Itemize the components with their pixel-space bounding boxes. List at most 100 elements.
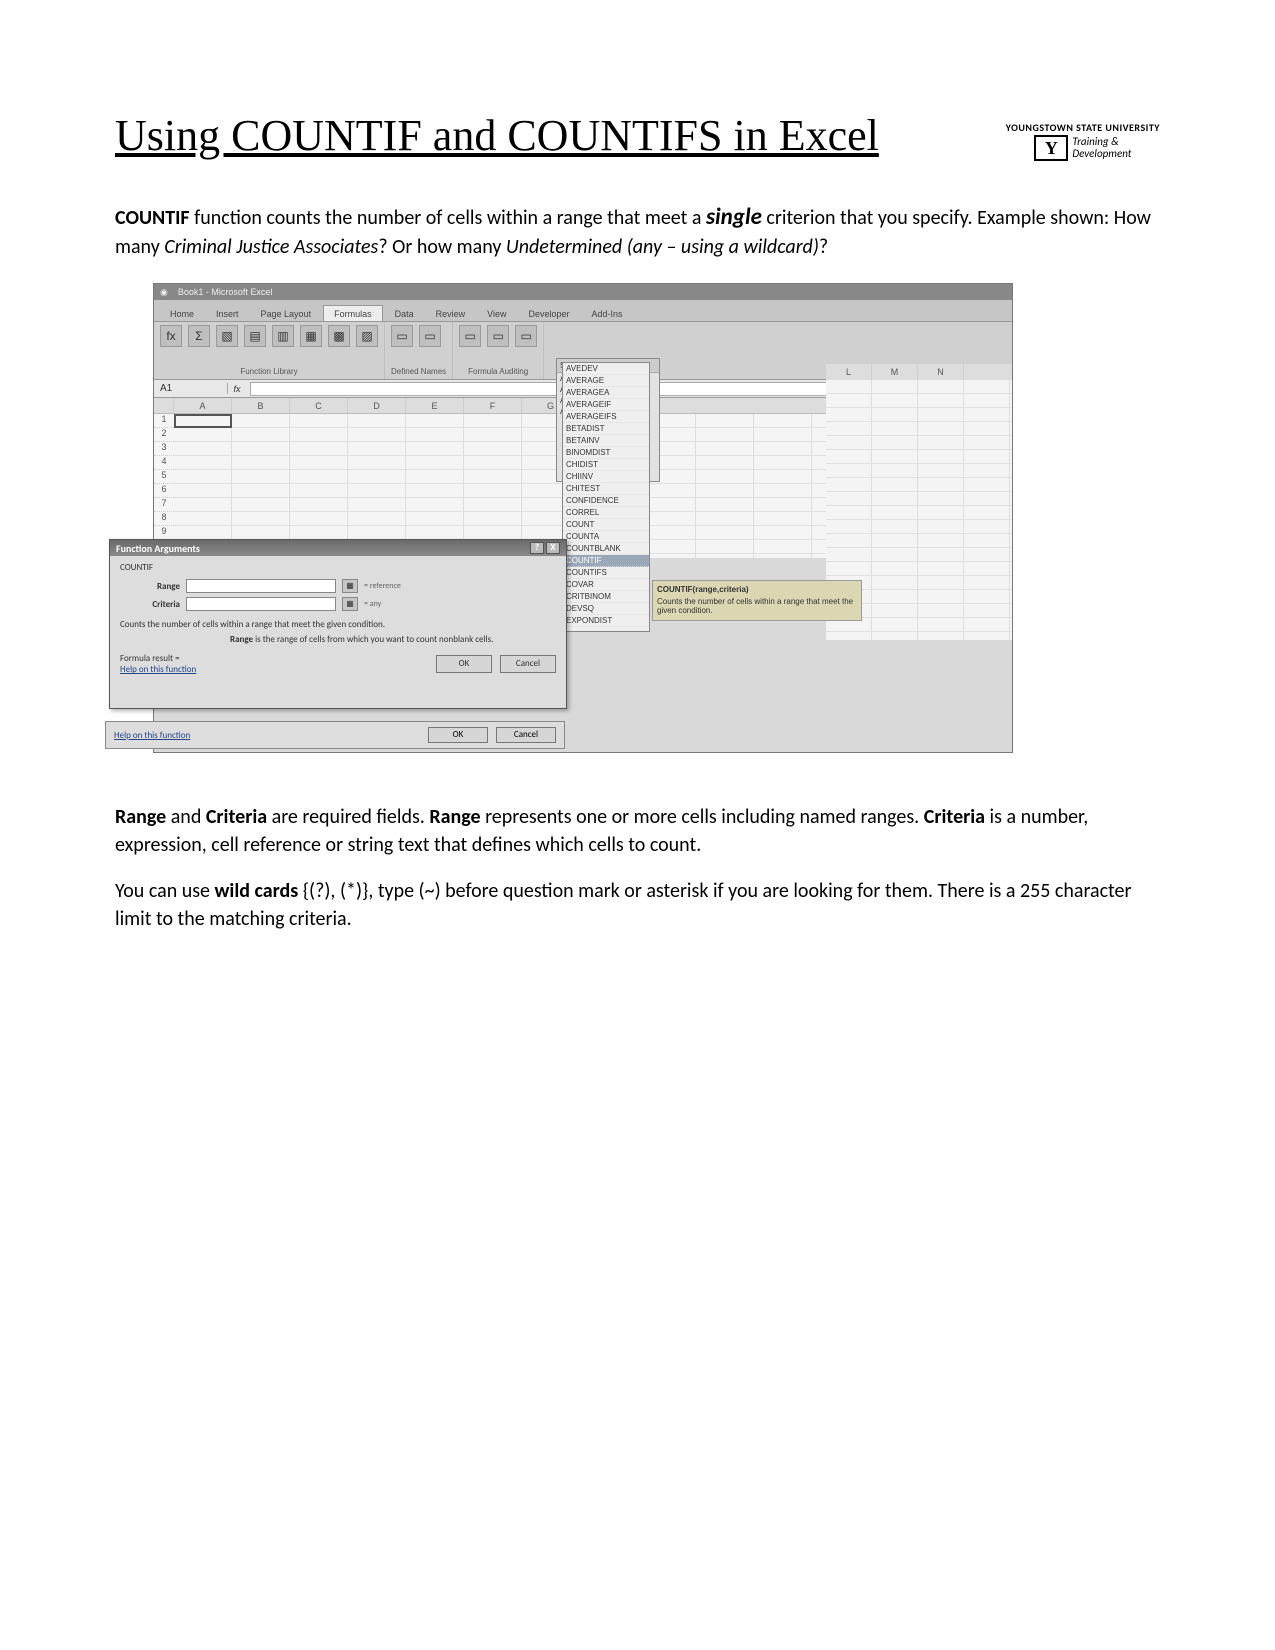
ribbon-button-icon[interactable]: ▤ bbox=[244, 325, 266, 347]
office-button-icon[interactable]: ◉ bbox=[160, 287, 168, 298]
ribbon-group-label: Defined Names bbox=[391, 367, 446, 376]
ribbon-tab[interactable]: Developer bbox=[518, 306, 579, 321]
selected-cell[interactable] bbox=[174, 414, 232, 428]
ribbon-group: ▭ ▭ ▭ Formula Auditing bbox=[453, 322, 544, 379]
fn-list-item[interactable]: COUNT bbox=[563, 519, 649, 531]
column-header[interactable]: B bbox=[232, 398, 290, 413]
wildcards-paragraph: You can use wild cards {(?), (*)}, type … bbox=[115, 877, 1160, 933]
ribbon-button-icon[interactable]: ▧ bbox=[216, 325, 238, 347]
logo-tagline: Training & Development bbox=[1072, 136, 1131, 160]
fx-icon[interactable]: fx bbox=[228, 384, 246, 394]
fn-list-item[interactable]: COUNTIF bbox=[563, 555, 649, 567]
dialog-description: Counts the number of cells within a rang… bbox=[120, 619, 556, 630]
ribbon-tab[interactable]: Data bbox=[385, 306, 424, 321]
range-criteria-paragraph: Range and Criteria are required fields. … bbox=[115, 803, 1160, 859]
dialog-titlebar[interactable]: Function Arguments ? X bbox=[110, 540, 566, 556]
fn-list-item[interactable]: COVAR bbox=[563, 579, 649, 591]
function-tooltip: COUNTIF(range,criteria) Counts the numbe… bbox=[652, 580, 862, 621]
ribbon-button-icon[interactable]: ▩ bbox=[328, 325, 350, 347]
range-input[interactable] bbox=[186, 579, 336, 593]
column-header[interactable]: A bbox=[174, 398, 232, 413]
row-header[interactable]: 4 bbox=[154, 456, 174, 470]
row-header[interactable]: 2 bbox=[154, 428, 174, 442]
range-label: Range bbox=[120, 581, 180, 592]
page-title: Using COUNTIF and COUNTIFS in Excel bbox=[115, 110, 1006, 161]
column-header[interactable]: C bbox=[290, 398, 348, 413]
range-picker-icon[interactable]: ▦ bbox=[342, 579, 358, 593]
column-header[interactable]: D bbox=[348, 398, 406, 413]
criteria-label: Criteria bbox=[120, 599, 180, 610]
fn-list-item[interactable]: BETADIST bbox=[563, 423, 649, 435]
ribbon-tab[interactable]: Formulas bbox=[323, 305, 383, 321]
insert-help-link[interactable]: Help on this function bbox=[114, 730, 190, 741]
university-logo: YOUNGSTOWN STATE UNIVERSITY Y Training &… bbox=[1006, 123, 1160, 161]
column-header[interactable]: M bbox=[872, 364, 918, 380]
criteria-picker-icon[interactable]: ▦ bbox=[342, 597, 358, 611]
titlebar-text: Book1 - Microsoft Excel bbox=[178, 287, 273, 297]
fn-list-item[interactable]: CRITBINOM bbox=[563, 591, 649, 603]
row-header[interactable]: 5 bbox=[154, 470, 174, 484]
ribbon-button-icon[interactable]: ▭ bbox=[487, 325, 509, 347]
fn-list-item[interactable]: BINOMDIST bbox=[563, 447, 649, 459]
dialog-function-name: COUNTIF bbox=[120, 562, 556, 573]
dialog-help-icon[interactable]: ? bbox=[530, 542, 544, 554]
column-header[interactable]: N bbox=[918, 364, 964, 380]
ribbon-tab[interactable]: Insert bbox=[206, 306, 249, 321]
dialog-close-icon[interactable]: X bbox=[546, 542, 560, 554]
ribbon-button-icon[interactable]: ▭ bbox=[515, 325, 537, 347]
fn-list-item[interactable]: AVERAGE bbox=[563, 375, 649, 387]
criteria-input[interactable] bbox=[186, 597, 336, 611]
ribbon-button-icon[interactable]: ▦ bbox=[300, 325, 322, 347]
fn-list-item[interactable]: CHITEST bbox=[563, 483, 649, 495]
ribbon-button-icon[interactable]: ▭ bbox=[419, 325, 441, 347]
ribbon-button-icon[interactable]: ▥ bbox=[272, 325, 294, 347]
column-header[interactable]: F bbox=[464, 398, 522, 413]
fn-list-item[interactable]: CORREL bbox=[563, 507, 649, 519]
ribbon-tab[interactable]: Page Layout bbox=[251, 306, 322, 321]
fn-list-item[interactable]: EXPONDIST bbox=[563, 615, 649, 627]
row-header[interactable]: 7 bbox=[154, 498, 174, 512]
insert-ok-button[interactable]: OK bbox=[428, 727, 488, 743]
fn-list-item[interactable]: AVEDEV bbox=[563, 363, 649, 375]
column-header[interactable]: E bbox=[406, 398, 464, 413]
fn-list-item[interactable]: COUNTA bbox=[563, 531, 649, 543]
ribbon-tab[interactable]: View bbox=[477, 306, 516, 321]
ribbon-button-icon[interactable]: ▭ bbox=[391, 325, 413, 347]
row-header[interactable]: 8 bbox=[154, 512, 174, 526]
ysu-mark-icon: Y bbox=[1034, 135, 1068, 161]
criteria-hint: = any bbox=[364, 599, 381, 609]
ribbon-group: ▭ ▭ Defined Names bbox=[385, 322, 453, 379]
fn-list-item[interactable]: CHIDIST bbox=[563, 459, 649, 471]
ribbon-tab[interactable]: Home bbox=[160, 306, 204, 321]
column-header[interactable]: L bbox=[826, 364, 872, 380]
fn-list-item[interactable]: BETAINV bbox=[563, 435, 649, 447]
ribbon-tab[interactable]: Add-Ins bbox=[582, 306, 633, 321]
ribbon-button-icon[interactable]: ▨ bbox=[356, 325, 378, 347]
help-link[interactable]: Help on this function bbox=[120, 664, 196, 675]
ribbon-button-icon[interactable]: fx bbox=[160, 325, 182, 347]
ribbon-button-icon[interactable]: Σ bbox=[188, 325, 210, 347]
name-box[interactable]: A1 bbox=[154, 383, 228, 394]
insert-cancel-button[interactable]: Cancel bbox=[496, 727, 556, 743]
ribbon-group-label: Formula Auditing bbox=[459, 367, 537, 376]
function-list[interactable]: AVEDEVAVERAGEAVERAGEAAVERAGEIFAVERAGEIFS… bbox=[562, 362, 650, 632]
fn-list-item[interactable]: COUNTIFS bbox=[563, 567, 649, 579]
fn-list-item[interactable]: AVERAGEA bbox=[563, 387, 649, 399]
page-header: Using COUNTIF and COUNTIFS in Excel YOUN… bbox=[115, 110, 1160, 161]
fn-list-item[interactable]: COUNTBLANK bbox=[563, 543, 649, 555]
row-header[interactable]: 1 bbox=[154, 414, 174, 428]
ribbon-tab[interactable]: Review bbox=[426, 306, 476, 321]
ribbon-tabs: HomeInsertPage LayoutFormulasDataReviewV… bbox=[154, 300, 1012, 322]
row-header[interactable]: 6 bbox=[154, 484, 174, 498]
fn-list-item[interactable]: CHIINV bbox=[563, 471, 649, 483]
fn-list-item[interactable]: AVERAGEIFS bbox=[563, 411, 649, 423]
ribbon-button-icon[interactable]: ▭ bbox=[459, 325, 481, 347]
cancel-button[interactable]: Cancel bbox=[500, 655, 556, 673]
select-all-corner[interactable] bbox=[154, 398, 174, 413]
ok-button[interactable]: OK bbox=[436, 655, 492, 673]
fn-list-item[interactable]: CONFIDENCE bbox=[563, 495, 649, 507]
fn-list-item[interactable]: DEVSQ bbox=[563, 603, 649, 615]
row-header[interactable]: 9 bbox=[154, 526, 174, 540]
fn-list-item[interactable]: AVERAGEIF bbox=[563, 399, 649, 411]
row-header[interactable]: 3 bbox=[154, 442, 174, 456]
